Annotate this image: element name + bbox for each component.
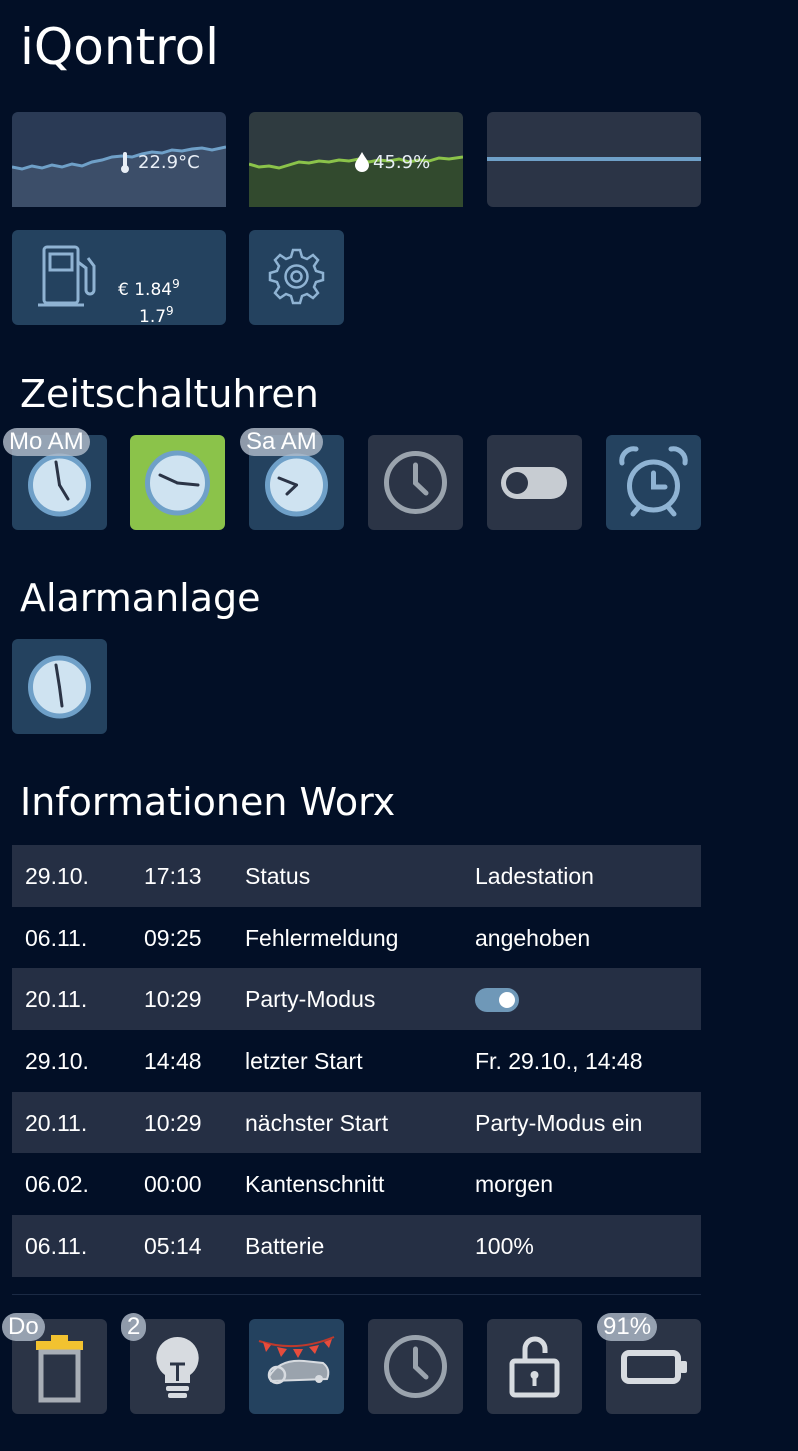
row-value: 100%: [475, 1233, 534, 1260]
gear-icon: [268, 248, 325, 305]
row-value: Fr. 29.10., 14:48: [475, 1048, 643, 1075]
lightbulb-badge: 2: [121, 1313, 147, 1341]
thermometer-icon: [120, 152, 130, 178]
party-mode-toggle[interactable]: [475, 988, 519, 1013]
row-time: 10:29: [144, 1109, 202, 1136]
droplet-icon: [355, 152, 369, 176]
row-date: 20.11.: [25, 1109, 88, 1136]
row-date: 06.02.: [25, 1171, 89, 1198]
clock-icon: [28, 655, 91, 719]
row-label: Party-Modus: [245, 986, 376, 1013]
timer-toggle-tile[interactable]: [487, 435, 582, 530]
party-tile[interactable]: [249, 1319, 344, 1414]
timer-sa-badge: Sa AM: [240, 428, 323, 456]
row-label: Status: [245, 863, 311, 889]
row-time: 17:13: [144, 863, 202, 889]
section-title-alarm: Alarmanlage: [20, 576, 261, 620]
row-date: 29.10.: [25, 1048, 89, 1075]
row-time: 09:25: [144, 924, 202, 951]
row-label: Kantenschnitt: [245, 1171, 385, 1198]
divider: [12, 1294, 701, 1295]
row-time: 14:48: [144, 1048, 202, 1075]
app-title: iQontrol: [20, 18, 220, 76]
chart-tile-3[interactable]: [487, 112, 701, 207]
battery-badge: 91%: [597, 1313, 658, 1341]
row-value: Ladestation: [475, 863, 594, 889]
alarm-tile[interactable]: [12, 639, 107, 734]
fuel-price-tile[interactable]: € 1.849 1.79: [12, 230, 226, 327]
timer-outline-tile[interactable]: [368, 435, 463, 530]
row-label: letzter Start: [245, 1048, 363, 1075]
lock-tile[interactable]: [487, 1319, 582, 1414]
row-label: nächster Start: [245, 1109, 389, 1136]
clock-outline-icon: [384, 1335, 447, 1398]
party-mower-icon: [258, 1336, 335, 1385]
table-row[interactable]: 29.10. 17:13 Status Ladestation: [12, 845, 701, 907]
flat-sparkline: [487, 157, 701, 161]
row-label: Batterie: [245, 1233, 325, 1260]
settings-tile[interactable]: [249, 230, 344, 325]
row-date: 06.11.: [25, 924, 88, 951]
worx-info-table: 29.10. 17:13 Status Ladestation 06.11. 0…: [12, 845, 701, 1277]
unlock-icon: [509, 1336, 560, 1398]
humidity-value: 45.9%: [373, 152, 431, 173]
humidity-tile[interactable]: 45.9%: [249, 112, 463, 207]
trash-badge: Do: [2, 1313, 45, 1341]
fuel-price-1: € 1.849: [118, 277, 180, 300]
row-time: 00:00: [144, 1171, 202, 1198]
row-date: 06.11.: [25, 1233, 88, 1260]
temperature-value: 22.9°C: [138, 152, 200, 173]
clock-tile[interactable]: [368, 1319, 463, 1414]
toggle-knob: [499, 992, 515, 1009]
clock-outline-icon: [384, 451, 447, 514]
table-row[interactable]: 06.02. 00:00 Kantenschnitt morgen: [12, 1153, 701, 1216]
alarm-clock-icon: [619, 446, 688, 517]
fuel-price-2: 1.79: [139, 304, 174, 327]
table-row[interactable]: 29.10. 14:48 letzter Start Fr. 29.10., 1…: [12, 1030, 701, 1092]
temperature-tile[interactable]: 22.9°C: [12, 112, 226, 207]
timer-mo-badge: Mo AM: [3, 428, 90, 456]
row-time: 05:14: [144, 1233, 202, 1260]
table-row[interactable]: 06.11. 05:14 Batterie 100%: [12, 1215, 701, 1277]
section-title-worx: Informationen Worx: [20, 780, 396, 824]
alarm-clock-tile[interactable]: [606, 435, 701, 530]
toggle-off-icon: [501, 467, 567, 499]
row-value: morgen: [475, 1171, 553, 1198]
section-title-timers: Zeitschaltuhren: [20, 372, 319, 416]
row-time: 10:29: [144, 986, 202, 1013]
fuel-pump-icon: [36, 244, 98, 314]
table-row[interactable]: 06.11. 09:25 Fehlermeldung angehoben: [12, 906, 701, 969]
clock-icon: [145, 450, 210, 516]
row-value: angehoben: [475, 924, 591, 951]
row-value: Party-Modus ein: [475, 1109, 643, 1136]
timer-active-tile[interactable]: [130, 435, 225, 530]
table-row[interactable]: 20.11. 10:29 Party-Modus: [12, 968, 701, 1031]
row-date: 20.11.: [25, 986, 88, 1013]
table-row[interactable]: 20.11. 10:29 nächster Start Party-Modus …: [12, 1091, 701, 1154]
row-label: Fehlermeldung: [245, 924, 399, 951]
row-date: 29.10.: [25, 863, 89, 889]
